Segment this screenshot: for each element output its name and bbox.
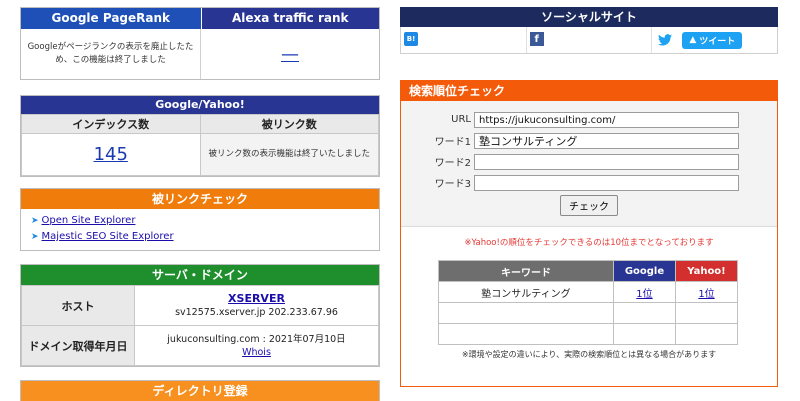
pagerank-panel: Google PageRank Alexa traffic rank Googl… — [20, 7, 380, 80]
backlink-check-header: 被リンクチェック — [21, 189, 379, 209]
rank-check-header: 検索順位チェック — [401, 81, 777, 101]
pagerank-header: Google PageRank — [21, 8, 201, 29]
table-row — [438, 302, 738, 324]
open-site-explorer-link[interactable]: Open Site Explorer — [42, 215, 136, 226]
word3-label: ワード3 — [434, 179, 471, 190]
directory-panel: ディレクトリ登録 — [20, 380, 380, 401]
backlink-label: 被リンク数 — [199, 114, 379, 134]
word1-label: ワード1 — [434, 137, 471, 148]
yahoo-rank-cell — [675, 323, 738, 345]
google-yahoo-header: Google/Yahoo! — [21, 96, 379, 114]
domain-date: jukuconsulting.com : 2021年07月10日 — [167, 333, 346, 345]
google-yahoo-panel: Google/Yahoo! インデックス数 被リンク数 145 被リンク数の表示… — [20, 95, 380, 177]
google-rank-cell — [612, 323, 677, 345]
twitter-bird-icon — [658, 34, 673, 46]
backlink-note: 被リンク数の表示機能は終了いたしました — [199, 133, 379, 176]
facebook-icon[interactable]: f — [529, 32, 544, 46]
pagerank-note: Googleがページランクの表示を廃止したため、この機能は終了しました — [21, 29, 201, 79]
keyword-cell — [438, 302, 614, 324]
link-item: ➤ Majestic SEO Site Explorer — [31, 229, 369, 245]
host-label: ホスト — [21, 285, 135, 326]
table-row — [438, 323, 738, 345]
host-name-link[interactable]: XSERVER — [228, 292, 285, 305]
url-input[interactable]: https://jukuconsulting.com/ — [474, 111, 739, 128]
word2-input[interactable] — [474, 153, 739, 170]
check-button[interactable]: チェック — [560, 195, 618, 216]
yahoo-rank-link[interactable]: 1位 — [698, 289, 714, 300]
twitter-icon: ▲ — [689, 35, 697, 45]
tweet-label: ツイート — [699, 36, 736, 47]
google-rank-cell — [612, 302, 677, 324]
rank-check-panel: 検索順位チェック URL https://jukuconsulting.com/… — [400, 80, 778, 387]
server-domain-header: サーバ・ドメイン — [21, 265, 379, 285]
arrow-right-icon: ➤ — [31, 216, 39, 226]
arrow-right-icon: ➤ — [31, 232, 39, 242]
alexa-rank-link[interactable]: — — [281, 44, 299, 65]
word1-input[interactable]: 塾コンサルティング — [474, 132, 739, 149]
host-detail: sv12575.xserver.jp 202.233.67.96 — [175, 307, 338, 318]
domain-date-label: ドメイン取得年月日 — [21, 325, 135, 366]
table-row: 塾コンサルティング 1位 1位 — [438, 281, 738, 303]
keyword-header: キーワード — [438, 260, 614, 282]
word3-input[interactable] — [474, 174, 739, 191]
url-label: URL — [451, 114, 471, 125]
google-rank-link[interactable]: 1位 — [636, 289, 652, 300]
backlink-check-panel: 被リンクチェック ➤ Open Site Explorer ➤ Majestic S… — [20, 188, 380, 251]
google-header: Google — [612, 260, 677, 282]
index-count-link[interactable]: 145 — [94, 144, 128, 165]
yahoo-rank-cell — [675, 302, 738, 324]
majestic-seo-link[interactable]: Majestic SEO Site Explorer — [42, 231, 174, 242]
hatena-bookmark-icon[interactable]: B! — [404, 32, 418, 46]
social-panel: ソーシャルサイト B! f ▲ ツイート — [400, 7, 778, 54]
rank-table: キーワード Google Yahoo! 塾コンサルティング 1位 1位 — [438, 260, 738, 345]
yahoo-header: Yahoo! — [675, 260, 738, 282]
alexa-header: Alexa traffic rank — [200, 8, 379, 29]
directory-header: ディレクトリ登録 — [21, 381, 379, 401]
keyword-cell: 塾コンサルティング — [438, 281, 614, 303]
yahoo-notice: ※Yahoo!の順位をチェックできるのは10位までとなっております — [464, 238, 714, 248]
word2-label: ワード2 — [434, 158, 471, 169]
tweet-button[interactable]: ▲ ツイート — [682, 31, 743, 49]
link-item: ➤ Open Site Explorer — [31, 213, 369, 229]
index-label: インデックス数 — [21, 114, 201, 134]
social-header: ソーシャルサイト — [400, 7, 778, 27]
rank-footnote: ※環境や設定の違いにより、実際の検索順位とは異なる場合があります — [461, 350, 717, 359]
server-domain-panel: サーバ・ドメイン ホスト XSERVER sv12575.xserver.jp … — [20, 264, 380, 367]
whois-link[interactable]: Whois — [242, 347, 271, 358]
keyword-cell — [438, 323, 614, 345]
